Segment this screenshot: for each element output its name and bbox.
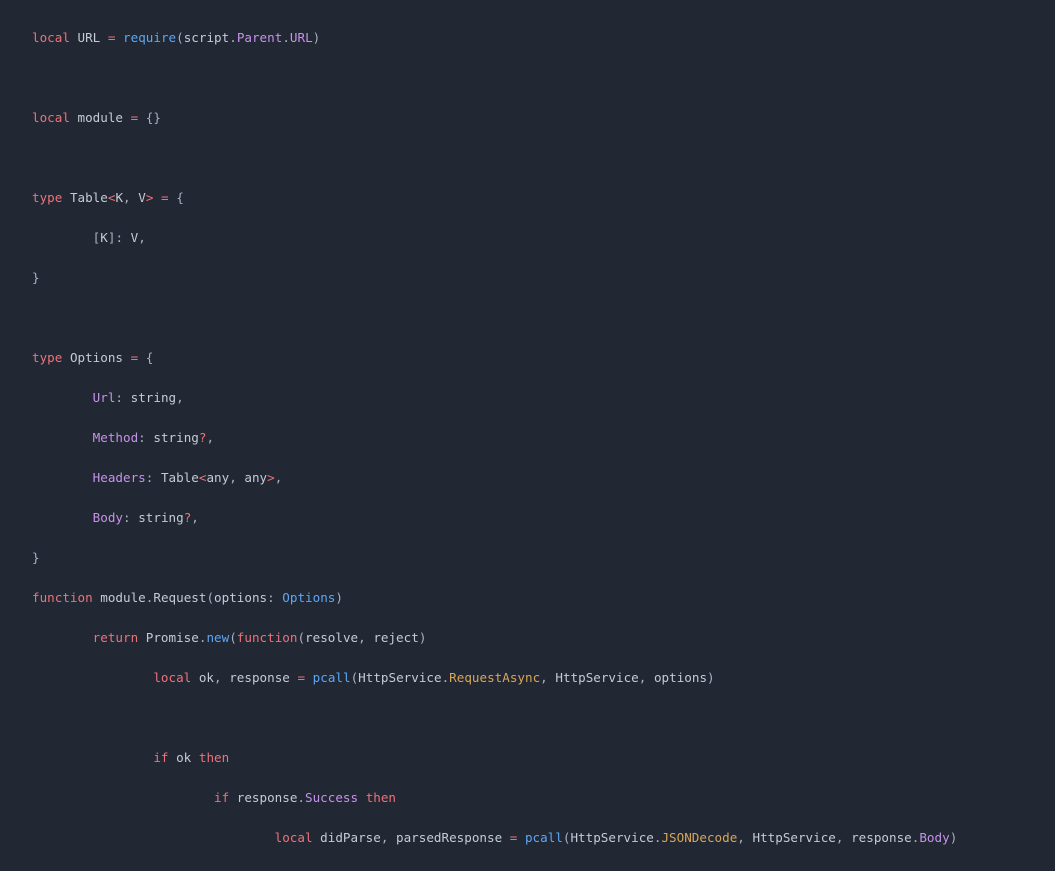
code-line-1: local URL = require(script.Parent.URL) (32, 30, 321, 45)
code-line-11: Method: string?, (92, 430, 215, 445)
code-line-3: local module = {} (32, 110, 161, 125)
code-line-10: Url: string, (92, 390, 184, 405)
code-line-16: return Promise.new(function(resolve, rej… (92, 630, 427, 645)
code-line-13: Body: string?, (92, 510, 199, 525)
code-line-15: function module.Request(options: Options… (32, 590, 343, 605)
code-line-20: if response.Success then (213, 790, 397, 805)
code-line-14: } (32, 550, 40, 565)
code-line-21: local didParse, parsedResponse = pcall(H… (274, 830, 958, 845)
code-text-area[interactable]: local URL = require(script.Parent.URL) l… (32, 0, 1018, 871)
code-editor[interactable]: local URL = require(script.Parent.URL) l… (0, 0, 1055, 871)
code-line-6: [K]: V, (92, 230, 146, 245)
code-line-9: type Options = { (32, 350, 154, 365)
code-line-12: Headers: Table<any, any>, (92, 470, 283, 485)
code-line-5: type Table<K, V> = { (32, 190, 184, 205)
code-line-17: local ok, response = pcall(HttpService.R… (153, 670, 715, 685)
code-line-7: } (32, 270, 40, 285)
code-line-19: if ok then (153, 750, 230, 765)
